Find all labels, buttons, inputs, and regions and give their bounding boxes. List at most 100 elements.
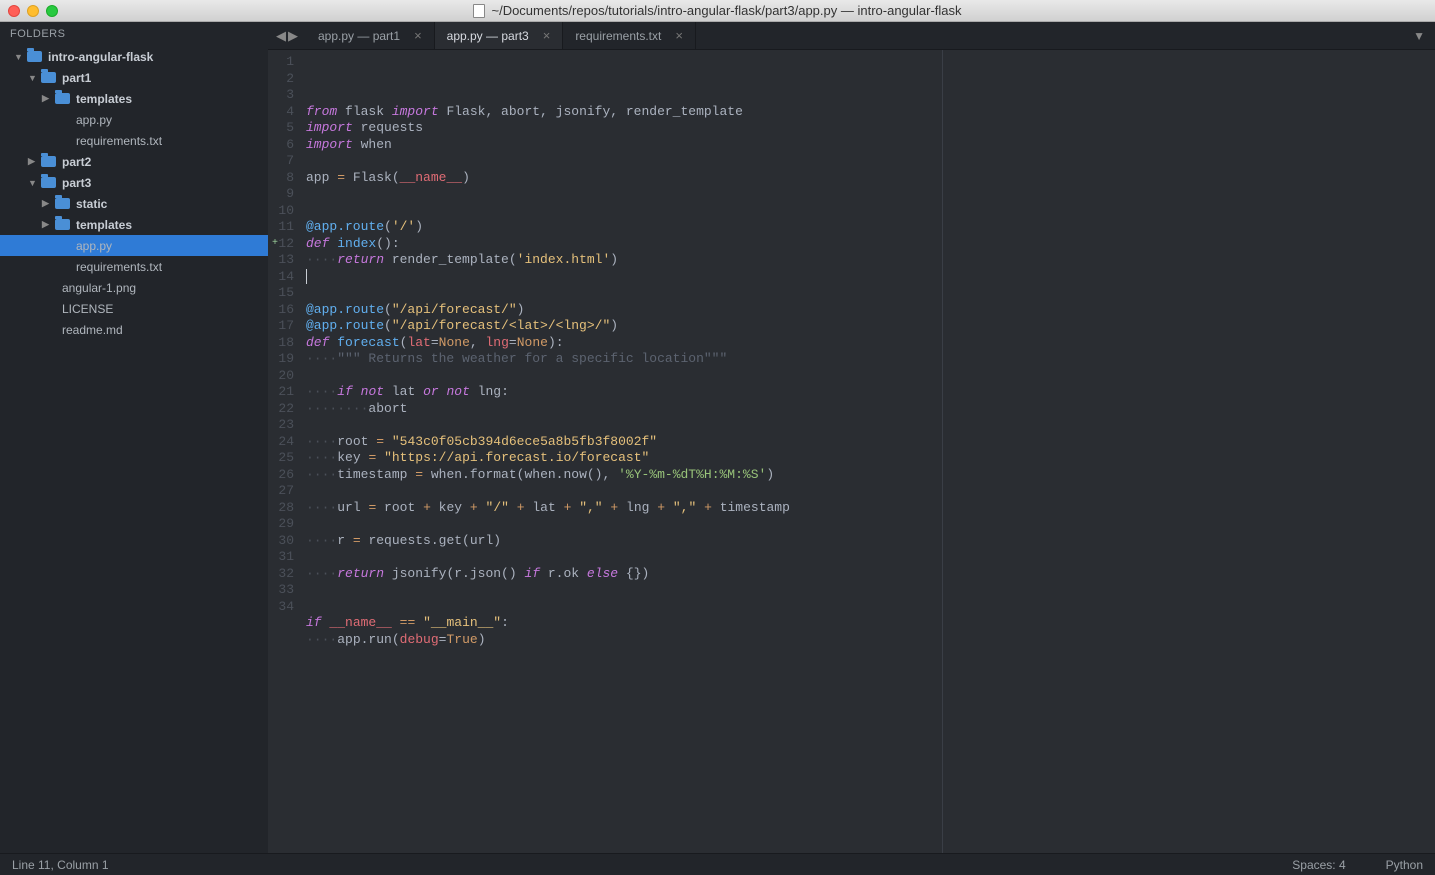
folder-row[interactable]: ▶ part2 xyxy=(0,151,268,172)
titlebar[interactable]: ~/Documents/repos/tutorials/intro-angula… xyxy=(0,0,1435,22)
tab-label: app.py — part1 xyxy=(318,29,400,43)
code-line[interactable]: ····app.run(debug=True) xyxy=(306,632,1435,649)
tab-label: app.py — part3 xyxy=(447,29,529,43)
code-line[interactable]: ····if not lat or not lng: xyxy=(306,384,1435,401)
nav-forward-icon[interactable]: ▶ xyxy=(288,28,298,44)
code-line[interactable]: import requests xyxy=(306,120,1435,137)
code-line[interactable] xyxy=(306,153,1435,170)
tree-item-label: LICENSE xyxy=(62,302,113,316)
disclosure-arrow-icon[interactable]: ▼ xyxy=(14,52,24,62)
code-line[interactable] xyxy=(306,582,1435,599)
folder-icon xyxy=(40,155,56,169)
folder-icon xyxy=(26,50,42,64)
folder-icon xyxy=(40,71,56,85)
indent-setting[interactable]: Spaces: 4 xyxy=(1292,858,1345,872)
cursor-position[interactable]: Line 11, Column 1 xyxy=(12,858,109,872)
disclosure-arrow-icon[interactable]: ▶ xyxy=(28,156,38,167)
folder-icon xyxy=(54,92,70,106)
code-area[interactable]: from flask import Flask, abort, jsonify,… xyxy=(302,50,1435,853)
window-title: ~/Documents/repos/tutorials/intro-angula… xyxy=(0,3,1435,18)
code-line[interactable]: ····""" Returns the weather for a specif… xyxy=(306,351,1435,368)
editor[interactable]: 123456789101112+131415161718192021222324… xyxy=(268,50,1435,853)
file-row[interactable]: readme.md xyxy=(0,319,268,340)
folder-row[interactable]: ▼part3 xyxy=(0,172,268,193)
line-gutter[interactable]: 123456789101112+131415161718192021222324… xyxy=(268,50,302,853)
close-icon[interactable]: × xyxy=(675,28,683,43)
code-line[interactable] xyxy=(306,483,1435,500)
tree-item-label: templates xyxy=(76,92,132,106)
code-line[interactable]: ····root = "543c0f05cb394d6ece5a8b5fb3f8… xyxy=(306,434,1435,451)
code-line[interactable]: import when xyxy=(306,137,1435,154)
code-line[interactable] xyxy=(306,648,1435,665)
code-line[interactable] xyxy=(306,516,1435,533)
folder-row[interactable]: ▼ part1 xyxy=(0,67,268,88)
code-line[interactable]: app = Flask(__name__) xyxy=(306,170,1435,187)
code-line[interactable]: @app.route("/api/forecast/") xyxy=(306,302,1435,319)
code-line[interactable]: ····timestamp = when.format(when.now(), … xyxy=(306,467,1435,484)
code-line[interactable]: def index(): xyxy=(306,236,1435,253)
tree-item-label: static xyxy=(76,197,107,211)
tree-item-label: templates xyxy=(76,218,132,232)
minimize-button[interactable] xyxy=(27,5,39,17)
disclosure-arrow-icon[interactable]: ▶ xyxy=(42,219,52,230)
close-icon[interactable]: × xyxy=(414,28,422,43)
folder-row[interactable]: ▶ templates xyxy=(0,214,268,235)
nav-back-icon[interactable]: ◀ xyxy=(276,28,286,44)
file-icon xyxy=(473,4,485,18)
code-line[interactable] xyxy=(306,599,1435,616)
tab[interactable]: requirements.txt × xyxy=(563,22,696,49)
code-line[interactable]: @app.route('/') xyxy=(306,219,1435,236)
code-line[interactable] xyxy=(306,269,1435,286)
code-line[interactable]: ····return jsonify(r.json() if r.ok else… xyxy=(306,566,1435,583)
tree-item-label: part2 xyxy=(62,155,91,169)
disclosure-arrow-icon[interactable]: ▶ xyxy=(42,198,52,209)
code-line[interactable]: ····key = "https://api.forecast.io/forec… xyxy=(306,450,1435,467)
code-line[interactable]: def forecast(lat=None, lng=None): xyxy=(306,335,1435,352)
code-line[interactable]: @app.route("/api/forecast/<lat>/<lng>/") xyxy=(306,318,1435,335)
folder-icon xyxy=(40,176,56,190)
zoom-button[interactable] xyxy=(46,5,58,17)
window-controls xyxy=(8,5,58,17)
code-line[interactable]: ····r = requests.get(url) xyxy=(306,533,1435,550)
code-line[interactable] xyxy=(306,549,1435,566)
disclosure-arrow-icon[interactable]: ▼ xyxy=(28,73,38,83)
statusbar[interactable]: Line 11, Column 1 Spaces: 4 Python xyxy=(0,853,1435,875)
folder-tree[interactable]: ▼ intro-angular-flask ▼ part1 ▶ templates app.… xyxy=(0,46,268,340)
tab-label: requirements.txt xyxy=(575,29,661,43)
close-button[interactable] xyxy=(8,5,20,17)
disclosure-arrow-icon[interactable]: ▼ xyxy=(28,178,38,188)
sidebar-header: FOLDERS xyxy=(0,22,268,46)
tab-overflow-button[interactable]: ▼ xyxy=(1403,22,1435,49)
tree-item-label: part1 xyxy=(62,71,91,85)
tree-item-label: readme.md xyxy=(62,323,123,337)
file-row[interactable]: LICENSE xyxy=(0,298,268,319)
folder-row[interactable]: ▼ intro-angular-flask xyxy=(0,46,268,67)
code-line[interactable]: from flask import Flask, abort, jsonify,… xyxy=(306,104,1435,121)
gutter-mark-icon: + xyxy=(268,236,278,253)
code-line[interactable] xyxy=(306,203,1435,220)
folder-row[interactable]: ▶ static xyxy=(0,193,268,214)
folder-row[interactable]: ▶ templates xyxy=(0,88,268,109)
code-line[interactable]: ········abort xyxy=(306,401,1435,418)
close-icon[interactable]: × xyxy=(543,28,551,43)
file-row[interactable]: requirements.txt xyxy=(0,256,268,277)
code-line[interactable] xyxy=(306,285,1435,302)
code-line[interactable]: ····url = root + key + "/" + lat + "," +… xyxy=(306,500,1435,517)
tab[interactable]: app.py — part1 × xyxy=(306,22,435,49)
code-line[interactable]: ····return render_template('index.html') xyxy=(306,252,1435,269)
tab[interactable]: app.py — part3 × xyxy=(435,22,564,49)
file-row[interactable]: angular-1.png xyxy=(0,277,268,298)
tree-item-label: intro-angular-flask xyxy=(48,50,153,64)
code-line[interactable] xyxy=(306,417,1435,434)
syntax-setting[interactable]: Python xyxy=(1386,858,1423,872)
code-line[interactable]: if __name__ == "__main__": xyxy=(306,615,1435,632)
sidebar[interactable]: FOLDERS ▼ intro-angular-flask ▼ part1 ▶ templ… xyxy=(0,22,268,853)
tree-item-label: app.py xyxy=(76,113,112,127)
file-row[interactable]: app.py xyxy=(0,235,268,256)
code-line[interactable] xyxy=(306,186,1435,203)
file-row[interactable]: app.py xyxy=(0,109,268,130)
code-line[interactable] xyxy=(306,368,1435,385)
disclosure-arrow-icon[interactable]: ▶ xyxy=(42,93,52,104)
tabbar[interactable]: ◀ ▶ app.py — part1×app.py — part3×requir… xyxy=(268,22,1435,50)
file-row[interactable]: requirements.txt xyxy=(0,130,268,151)
